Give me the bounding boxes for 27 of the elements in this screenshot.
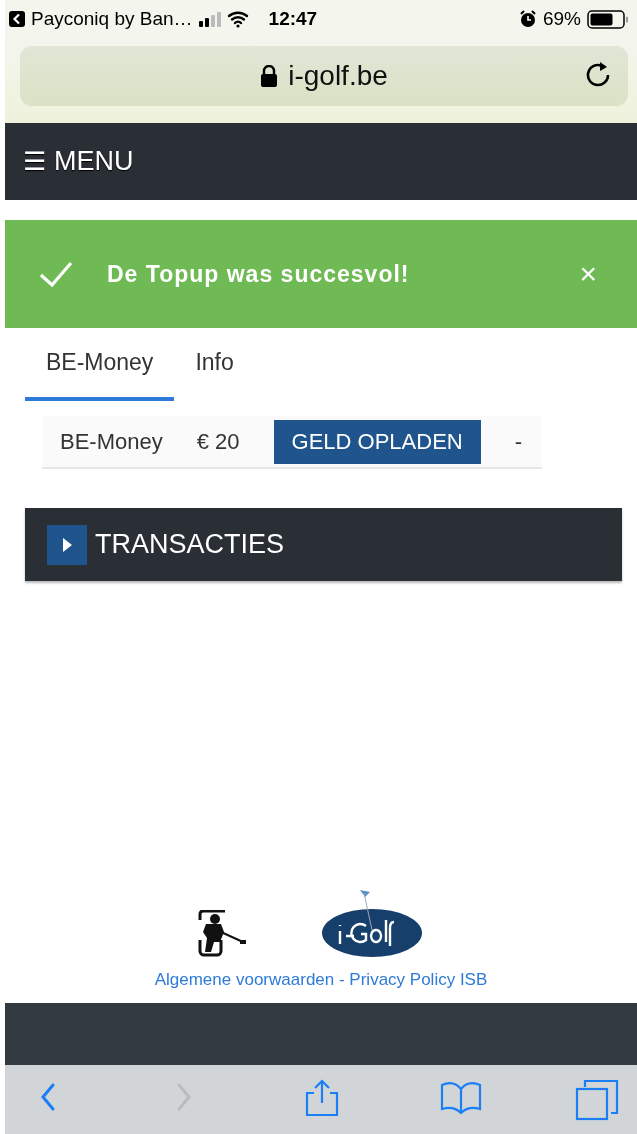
address-bar[interactable]: i-golf.be bbox=[20, 46, 628, 106]
terms-link[interactable]: Algemene voorwaarden bbox=[154, 970, 335, 989]
privacy-link[interactable]: Privacy Policy ISB bbox=[349, 970, 488, 989]
link-separator: - bbox=[337, 970, 346, 989]
url-text: i-golf.be bbox=[288, 60, 388, 92]
menu-icon[interactable]: ☰ bbox=[23, 146, 46, 177]
signal-icon bbox=[198, 11, 221, 27]
top-up-button[interactable]: GELD OPLADEN bbox=[273, 419, 481, 464]
tab[interactable]: Info bbox=[174, 328, 255, 401]
transactions-header[interactable]: TRANSACTIES bbox=[25, 508, 622, 581]
alarm-icon bbox=[518, 10, 537, 28]
wallet-balance: € 20 bbox=[196, 428, 240, 455]
clock-time: 12:47 bbox=[268, 8, 318, 30]
caret-right-icon[interactable] bbox=[47, 524, 87, 565]
back-app-link[interactable]: Payconiq by Ban… bbox=[31, 8, 193, 30]
menu-button[interactable]: MENU bbox=[54, 146, 134, 177]
wallet-name: BE-Money bbox=[60, 428, 163, 455]
back-app-icon[interactable] bbox=[9, 11, 25, 27]
lock-icon bbox=[260, 65, 279, 87]
section-title: TRANSACTIES bbox=[95, 529, 285, 560]
battery-percent: 69% bbox=[542, 8, 581, 30]
battery-icon bbox=[587, 9, 629, 29]
tab[interactable]: BE-Money bbox=[25, 328, 175, 401]
wifi-icon bbox=[226, 10, 249, 28]
tabs-icon[interactable] bbox=[575, 1078, 619, 1121]
table-cell: - bbox=[514, 428, 523, 455]
success-message: De Topup was succesvol! bbox=[107, 260, 411, 288]
